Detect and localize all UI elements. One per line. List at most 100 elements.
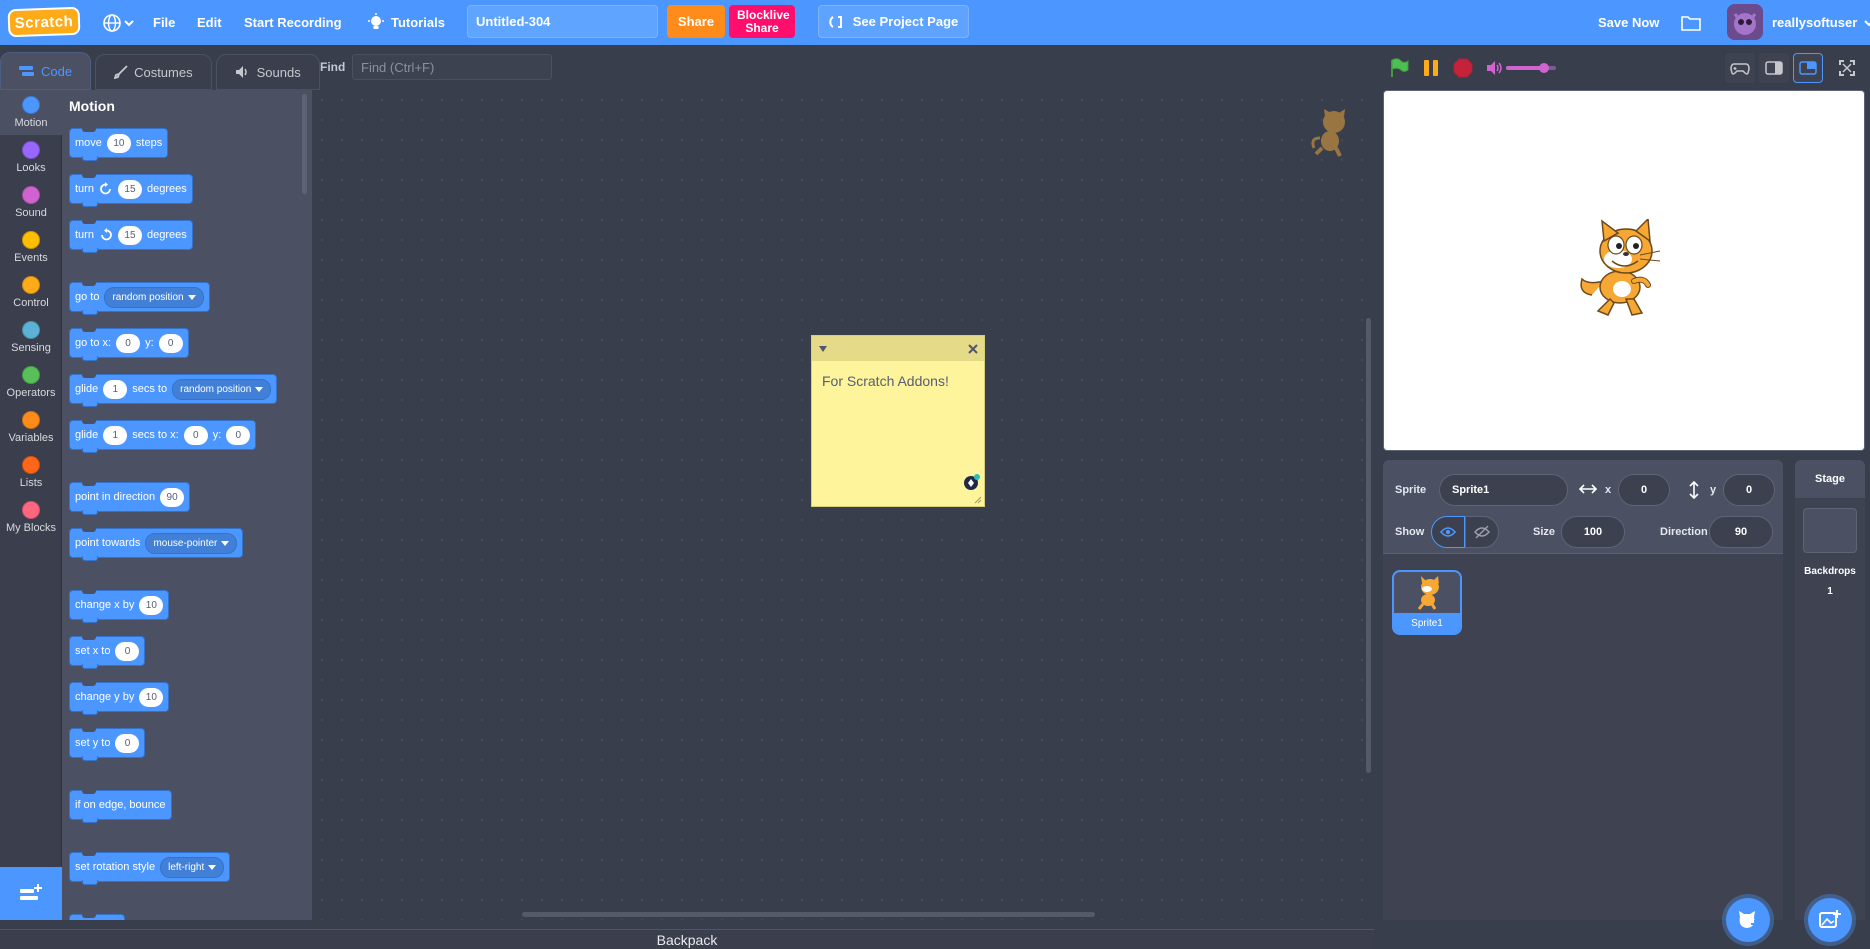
block-point-towards[interactable]: point towards mouse-pointer — [69, 528, 244, 561]
category-operators[interactable]: Operators — [0, 360, 62, 405]
tutorials-menu[interactable]: Tutorials — [367, 0, 445, 45]
size-input[interactable]: 100 — [1561, 516, 1625, 548]
target-dropdown[interactable]: random position — [104, 286, 204, 308]
rotate-right-icon — [100, 182, 111, 195]
find-input[interactable]: Find (Ctrl+F) — [352, 54, 552, 80]
small-stage-icon — [1765, 61, 1783, 75]
fullscreen-button[interactable] — [1832, 53, 1862, 83]
stage-canvas[interactable] — [1383, 90, 1865, 451]
y-input[interactable]: 0 — [1723, 474, 1775, 506]
small-stage-button[interactable] — [1759, 53, 1789, 83]
green-flag-button[interactable] — [1384, 53, 1414, 83]
addon-controls-button[interactable] — [1725, 53, 1755, 83]
y-input[interactable]: 0 — [226, 425, 251, 445]
choose-backdrop-button[interactable] — [1808, 898, 1852, 942]
see-project-page-button[interactable]: See Project Page — [818, 5, 969, 38]
block-set-rotation-style[interactable]: set rotation style left-right — [69, 852, 231, 885]
share-button[interactable]: Share — [667, 5, 725, 38]
pause-button[interactable] — [1416, 53, 1446, 83]
my-stuff-button[interactable] — [1680, 0, 1702, 45]
category-motion[interactable]: Motion — [0, 90, 62, 135]
palette-scrollbar[interactable] — [302, 94, 307, 194]
category-control[interactable]: Control — [0, 270, 62, 315]
project-title-input[interactable]: Untitled-304 — [467, 5, 658, 38]
avatar[interactable] — [1727, 4, 1763, 40]
number-input[interactable]: 0 — [115, 641, 140, 661]
stop-button[interactable] — [1448, 53, 1478, 83]
cat-sprite-icon[interactable] — [1574, 219, 1668, 321]
stage-target-pane[interactable]: Stage Backdrops 1 — [1795, 460, 1865, 920]
category-my-blocks[interactable]: My Blocks — [0, 495, 62, 540]
workspace-vertical-scrollbar[interactable] — [1366, 318, 1371, 773]
secs-input[interactable]: 1 — [103, 425, 128, 445]
x-input[interactable]: 0 — [1618, 474, 1670, 506]
block-move-steps[interactable]: move 10 steps — [69, 128, 169, 161]
language-menu[interactable] — [101, 0, 135, 45]
target-dropdown[interactable]: random position — [172, 378, 272, 400]
number-input[interactable]: 10 — [106, 133, 131, 153]
edit-menu[interactable]: Edit — [197, 0, 222, 45]
x-input[interactable]: 0 — [183, 425, 208, 445]
block-change-x[interactable]: change x by 10 — [69, 590, 170, 623]
number-input[interactable]: 10 — [139, 687, 164, 707]
sprite-name-input[interactable]: Sprite1 — [1439, 474, 1568, 506]
direction-input[interactable]: 90 — [160, 487, 185, 507]
number-input[interactable]: 15 — [117, 179, 142, 199]
direction-input[interactable]: 90 — [1709, 516, 1773, 548]
block-change-y[interactable]: change y by 10 — [69, 682, 170, 715]
block-partial[interactable] — [69, 914, 125, 920]
note-text[interactable]: For Scratch Addons! — [812, 361, 984, 401]
block-set-x[interactable]: set x to 0 — [69, 636, 146, 669]
block-go-to[interactable]: go to random position — [69, 282, 210, 315]
scratch-logo[interactable]: Scratch — [7, 6, 81, 38]
block-go-to-xy[interactable]: go to x: 0 y: 0 — [69, 328, 189, 361]
secs-input[interactable]: 1 — [103, 379, 128, 399]
block-turn-right[interactable]: turn 15 degrees — [69, 174, 193, 207]
backpack[interactable]: Backpack — [0, 929, 1374, 949]
volume-slider[interactable] — [1506, 63, 1556, 73]
workspace-note[interactable]: For Scratch Addons! — [811, 335, 985, 507]
rotation-style-dropdown[interactable]: left-right — [160, 856, 225, 878]
file-menu[interactable]: File — [153, 0, 175, 45]
blocklive-share-button[interactable]: Blocklive Share — [729, 5, 795, 38]
note-titlebar[interactable] — [812, 336, 984, 361]
tab-costumes[interactable]: Costumes — [95, 54, 212, 90]
collapse-icon[interactable] — [818, 345, 828, 353]
y-input[interactable]: 0 — [158, 333, 183, 353]
choose-sprite-button[interactable] — [1726, 898, 1770, 942]
block-point-in-direction[interactable]: point in direction 90 — [69, 482, 191, 515]
show-sprite-button[interactable] — [1431, 516, 1465, 548]
target-dropdown[interactable]: mouse-pointer — [145, 532, 238, 554]
block-set-y[interactable]: set y to 0 — [69, 728, 146, 761]
category-lists[interactable]: Lists — [0, 450, 62, 495]
category-events[interactable]: Events — [0, 225, 62, 270]
close-icon[interactable] — [968, 343, 978, 354]
category-looks[interactable]: Looks — [0, 135, 62, 180]
large-stage-button[interactable] — [1793, 53, 1823, 83]
resize-handle-icon[interactable] — [974, 496, 982, 504]
tab-code[interactable]: Code — [0, 52, 92, 90]
category-sensing[interactable]: Sensing — [0, 315, 62, 360]
block-glide-to-xy[interactable]: glide 1 secs to x: 0 y: 0 — [69, 420, 257, 453]
backdrop-thumbnail[interactable] — [1803, 508, 1857, 553]
volume-knob[interactable] — [1538, 63, 1549, 73]
add-extension-button[interactable] — [0, 867, 62, 920]
number-input[interactable]: 0 — [115, 733, 140, 753]
x-input[interactable]: 0 — [116, 333, 141, 353]
hide-sprite-button[interactable] — [1465, 516, 1499, 548]
category-sound[interactable]: Sound — [0, 180, 62, 225]
block-glide-to[interactable]: glide 1 secs to random position — [69, 374, 278, 407]
category-dot-icon — [22, 186, 40, 204]
block-if-on-edge-bounce[interactable]: if on edge, bounce — [69, 790, 172, 823]
category-variables[interactable]: Variables — [0, 405, 62, 450]
tab-sounds[interactable]: Sounds — [215, 54, 320, 90]
category-dot-icon — [22, 321, 40, 339]
workspace-horizontal-scrollbar[interactable] — [522, 912, 1095, 917]
start-recording-menu[interactable]: Start Recording — [244, 0, 342, 45]
number-input[interactable]: 10 — [139, 595, 164, 615]
account-menu[interactable]: reallysoftuser — [1772, 0, 1870, 45]
number-input[interactable]: 15 — [117, 225, 142, 245]
sprite-tile[interactable]: Sprite1 — [1392, 570, 1462, 635]
block-turn-left[interactable]: turn 15 degrees — [69, 220, 193, 253]
save-now-menu[interactable]: Save Now — [1598, 0, 1659, 45]
